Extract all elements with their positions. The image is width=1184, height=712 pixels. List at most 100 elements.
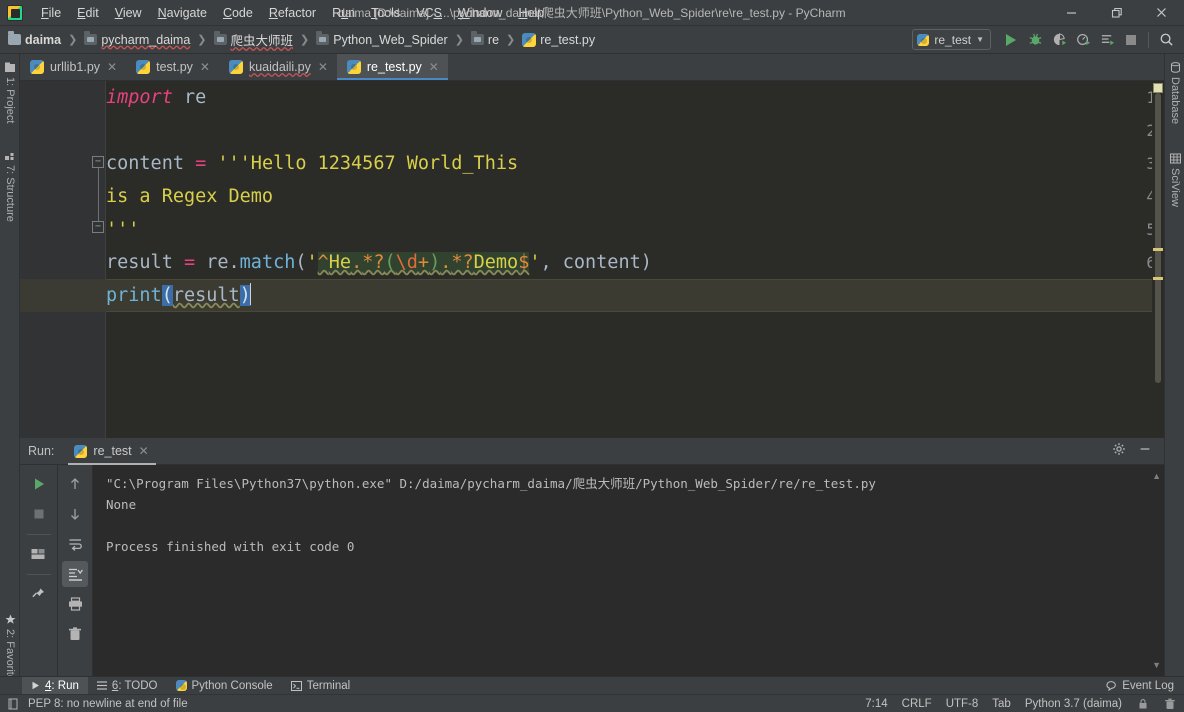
editor-tab-test[interactable]: test.py ✕: [126, 54, 219, 80]
sidebar-item-project[interactable]: 1: Project: [0, 58, 20, 127]
python-interpreter[interactable]: Python 3.7 (daima): [1025, 698, 1122, 710]
code-line-6: result = re.match('^He.*?(\d+).*?Demo$',…: [106, 246, 652, 279]
down-arrow-button[interactable]: [62, 501, 88, 527]
editor-tab-urllib1[interactable]: urllib1.py ✕: [20, 54, 126, 80]
console-scrollbar[interactable]: ▲ ▼: [1150, 465, 1164, 676]
close-window-button[interactable]: [1139, 0, 1184, 25]
close-run-tab-icon[interactable]: ✕: [138, 445, 150, 457]
caret-position[interactable]: 7:14: [865, 698, 887, 710]
code-line-3: content = '''Hello 1234567 World_This: [106, 147, 518, 180]
menu-file[interactable]: FFileile: [33, 3, 69, 23]
token-string-continued: is a Regex Demo: [106, 186, 274, 207]
bottom-item-todo[interactable]: 6: TODO: [88, 677, 167, 695]
minimize-icon[interactable]: [1132, 436, 1158, 462]
breadcrumb-label: Python_Web_Spider: [333, 32, 448, 47]
lock-icon[interactable]: [1136, 697, 1149, 710]
up-arrow-button[interactable]: [62, 471, 88, 497]
run-coverage-button[interactable]: [1048, 29, 1070, 51]
close-tab-icon[interactable]: ✕: [317, 61, 329, 73]
print-button[interactable]: [62, 591, 88, 617]
close-tab-icon[interactable]: ✕: [428, 61, 440, 73]
menu-code[interactable]: Code: [215, 3, 261, 23]
scroll-up-arrow-icon[interactable]: ▲: [1152, 471, 1161, 481]
bottom-item-run[interactable]: 4: Run: [22, 676, 88, 695]
gear-icon[interactable]: [1106, 436, 1132, 462]
bottom-tool-bar: 4: Run 6: TODO Python Console Terminal E…: [0, 676, 1184, 695]
console-output[interactable]: "C:\Program Files\Python37\python.exe" D…: [93, 465, 1150, 676]
run-tool-window-body: "C:\Program Files\Python37\python.exe" D…: [20, 465, 1164, 676]
run-configuration-selector[interactable]: re_test ▼: [912, 29, 991, 50]
clear-all-button[interactable]: [62, 621, 88, 647]
stop-button[interactable]: [26, 501, 52, 527]
stop-button[interactable]: [1120, 29, 1142, 51]
event-log-label[interactable]: Event Log: [1122, 680, 1174, 692]
close-tab-icon[interactable]: ✕: [199, 61, 211, 73]
tab-label: re_test.py: [366, 60, 422, 74]
editor-tab-re-test[interactable]: re_test.py ✕: [336, 54, 448, 80]
maximize-restore-button[interactable]: [1094, 0, 1139, 25]
layout-button[interactable]: [26, 541, 52, 567]
menu-edit[interactable]: Edit: [69, 3, 107, 23]
code-line-1: import re: [106, 81, 206, 114]
bottom-item-python-console[interactable]: Python Console: [167, 677, 282, 695]
scroll-down-arrow-icon[interactable]: ▼: [1152, 660, 1161, 670]
profile-button[interactable]: [1072, 29, 1094, 51]
pin-tab-button[interactable]: [26, 581, 52, 607]
soft-wrap-button[interactable]: [62, 531, 88, 557]
inspection-status-chip[interactable]: [1153, 83, 1163, 93]
warning-marker[interactable]: [1153, 277, 1163, 280]
search-everywhere-icon[interactable]: [1155, 29, 1177, 51]
code-editor[interactable]: 1 2 3 4 5 6 7 − − import re content = ''…: [20, 81, 1164, 438]
status-message: PEP 8: no newline at end of file: [28, 697, 188, 710]
text-caret: [249, 283, 252, 305]
scroll-to-end-button[interactable]: [62, 561, 88, 587]
file-encoding[interactable]: UTF-8: [946, 698, 979, 710]
breadcrumb-item-daima[interactable]: daima: [6, 31, 63, 48]
warning-marker[interactable]: [1153, 248, 1163, 251]
run-tab-re-test[interactable]: re_test ✕: [66, 438, 157, 465]
indent-setting[interactable]: Tab: [992, 698, 1011, 710]
menu-help[interactable]: Help: [510, 3, 552, 23]
menu-vcs[interactable]: VCS: [408, 3, 450, 23]
token-module-name: re: [172, 87, 207, 108]
breadcrumb-label: daima: [25, 32, 62, 47]
fold-expand-icon[interactable]: −: [92, 221, 104, 233]
run-with-console-button[interactable]: [1096, 29, 1118, 51]
breadcrumb-item-python-web-spider[interactable]: Python_Web_Spider: [314, 31, 449, 48]
token-arg-content: content: [562, 252, 641, 273]
breadcrumb-separator: ❯: [68, 34, 78, 46]
breadcrumb-item-pycharm-daima[interactable]: pycharm_daima: [82, 31, 192, 48]
breadcrumb-item-re[interactable]: re: [469, 31, 501, 48]
tab-label: kuaidaili.py: [248, 60, 311, 74]
rerun-button[interactable]: [26, 471, 52, 497]
bottom-item-label: 6: TODO: [111, 679, 158, 692]
sidebar-item-database[interactable]: Database: [1165, 58, 1184, 128]
menu-window[interactable]: Window: [450, 3, 510, 23]
bottom-item-terminal[interactable]: Terminal: [282, 677, 359, 695]
menu-navigate[interactable]: Navigate: [150, 3, 215, 23]
minimize-button[interactable]: [1049, 0, 1094, 25]
menu-refactor[interactable]: Refactor: [261, 3, 324, 23]
close-tab-icon[interactable]: ✕: [106, 61, 118, 73]
run-button[interactable]: [1000, 29, 1022, 51]
line-number-gutter[interactable]: [20, 81, 86, 438]
debug-button[interactable]: [1024, 29, 1046, 51]
trash-icon[interactable]: [1163, 697, 1176, 710]
code-folding-strip[interactable]: [86, 81, 106, 438]
line-number: 3: [1106, 147, 1156, 180]
breadcrumb-item-crawler-class[interactable]: 爬虫大师班: [212, 29, 296, 50]
sidebar-label-structure: 7: Structure: [4, 165, 16, 222]
fold-collapse-icon[interactable]: −: [92, 156, 104, 168]
menu-tools[interactable]: Tools: [363, 3, 408, 23]
editor-scrollbar-thumb[interactable]: [1155, 93, 1161, 383]
tab-label: urllib1.py: [50, 60, 101, 74]
editor-tab-kuaidaili[interactable]: kuaidaili.py ✕: [219, 54, 337, 80]
editor-scrollbar[interactable]: [1152, 81, 1164, 438]
sidebar-item-structure[interactable]: 7: Structure: [0, 146, 20, 226]
menu-view[interactable]: View: [107, 3, 150, 23]
breadcrumb-item-re-test-py[interactable]: re_test.py: [520, 32, 597, 48]
line-separator[interactable]: CRLF: [902, 698, 932, 710]
sidebar-item-sciview[interactable]: SciView: [1165, 149, 1184, 211]
menu-run[interactable]: Run: [324, 3, 363, 23]
